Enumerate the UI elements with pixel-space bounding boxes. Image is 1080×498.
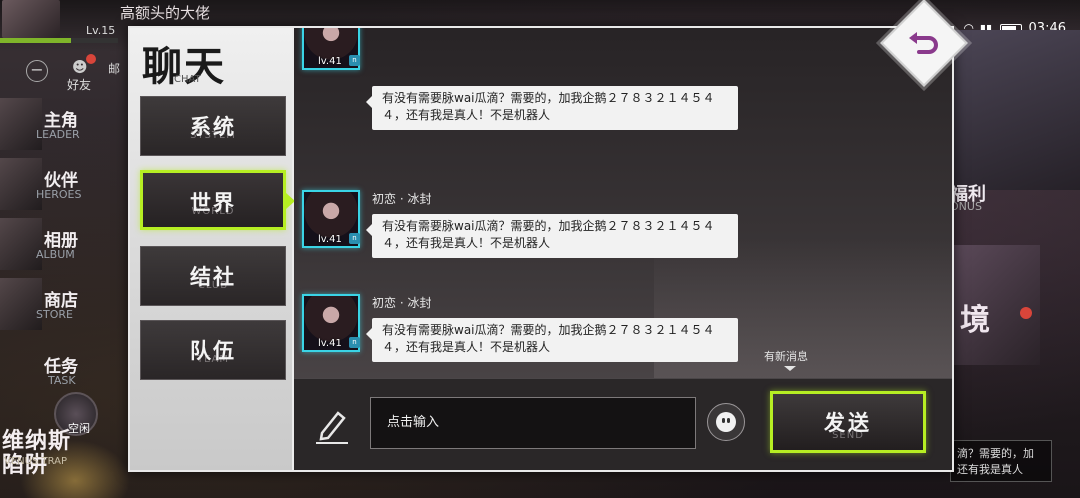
badge-icon: n	[349, 337, 360, 348]
message-bubble: 有没有需要脉wai瓜滴？需要的，加我企鹅２７８３２１４５４４，还有我是真人！不是…	[366, 214, 738, 258]
heroes-thumb	[0, 158, 42, 210]
sender-avatar[interactable]: lv.41 n	[302, 28, 360, 70]
emoji-button[interactable]	[707, 403, 745, 441]
menu-heroes[interactable]: 伙伴 HEROES	[0, 158, 82, 216]
tab-label: 队伍	[190, 339, 236, 363]
welfare-sublabel: ONUS	[950, 200, 982, 213]
sender-avatar[interactable]: lv.41 n	[302, 190, 360, 248]
tab-club[interactable]: CLUB 结社	[140, 246, 286, 306]
menu-leader[interactable]: 主角 LEADER	[0, 98, 80, 156]
venus-trap-banner[interactable]: 维纳斯 陷阱	[2, 430, 71, 478]
tab-team[interactable]: TEAM 队伍	[140, 320, 286, 380]
friends-icon: ☻	[72, 58, 88, 76]
tab-system[interactable]: SYSTEM 系统	[140, 96, 286, 156]
menu-sublabel: HEROES	[36, 188, 82, 201]
venus-trap-sublabel: VENUS TRAP	[4, 456, 68, 467]
sender-name: 初恋 · 冰封	[372, 296, 432, 310]
menu-album[interactable]: 相册 ALBUM	[0, 218, 78, 276]
menu-store[interactable]: 商店 STORE	[0, 278, 78, 336]
send-button[interactable]: SEND 发送	[770, 391, 926, 453]
dialog-subtitle: CHAT	[174, 74, 201, 85]
player-avatar[interactable]	[2, 0, 60, 38]
menu-sublabel: ALBUM	[36, 248, 75, 261]
sender-level: lv.41	[318, 338, 342, 349]
badge-icon: n	[349, 233, 360, 244]
character-art	[950, 30, 1080, 190]
chat-ticker[interactable]: 滴？需要的，加 还有我是真人	[950, 440, 1052, 482]
album-thumb	[0, 218, 42, 270]
sender-avatar[interactable]: lv.41 n	[302, 294, 360, 352]
sender-level: lv.41	[318, 234, 342, 245]
emoji-icon	[716, 412, 736, 432]
badge-icon: n	[349, 55, 360, 66]
new-message-hint[interactable]: 有新消息	[764, 348, 808, 364]
chat-input[interactable]: 点击输入	[370, 397, 696, 449]
notification-dot	[86, 54, 96, 64]
send-label: 发送	[824, 411, 872, 435]
input-bar: 点击输入 SEND 发送	[294, 378, 952, 470]
chat-message: lv.41 n 有没有需要脉wai瓜滴？需要的，加我企鹅２７８３２１４５４４，还…	[294, 28, 952, 130]
idle-label: 空闲	[68, 422, 90, 435]
chat-sidebar: 聊天 CHAT SYSTEM 系统 WORLD 世界 CLUB 结社 TEAM …	[130, 28, 295, 470]
notification-dot	[1020, 307, 1032, 319]
pencil-icon	[316, 411, 348, 444]
menu-task-sublabel: TASK	[48, 374, 76, 387]
menu-sublabel: STORE	[36, 308, 73, 321]
message-bubble: 有没有需要脉wai瓜滴？需要的，加我企鹅２７８３２１４５４４，还有我是真人！不是…	[366, 318, 738, 362]
message-bubble: 有没有需要脉wai瓜滴？需要的，加我企鹅２７８３２１４５４４，还有我是真人！不是…	[366, 86, 738, 130]
player-level: Lv.15	[86, 24, 116, 37]
leader-thumb	[0, 98, 42, 150]
message-list[interactable]: lv.41 n 有没有需要脉wai瓜滴？需要的，加我企鹅２７８３２１４５４４，还…	[294, 28, 952, 378]
store-thumb	[0, 278, 42, 330]
chat-message: lv.41 n 初恋 · 冰封 有没有需要脉wai瓜滴？需要的，加我企鹅２７８３…	[294, 188, 952, 283]
chat-message: lv.41 n 初恋 · 冰封 有没有需要脉wai瓜滴？需要的，加我企鹅２７８３…	[294, 292, 952, 378]
sender-name: 初恋 · 冰封	[372, 192, 432, 206]
chevron-down-icon[interactable]	[784, 366, 796, 371]
tab-label: 系统	[190, 115, 236, 139]
collapse-button[interactable]: −	[26, 60, 48, 82]
tab-label: 结社	[190, 265, 236, 289]
sender-level: lv.41	[318, 56, 342, 67]
friends-label: 好友	[67, 78, 92, 92]
tab-label: 世界	[190, 191, 236, 215]
menu-sublabel: LEADER	[36, 128, 80, 141]
exp-bar	[0, 38, 118, 43]
tab-world[interactable]: WORLD 世界	[140, 170, 295, 230]
chat-dialog: 聊天 CHAT SYSTEM 系统 WORLD 世界 CLUB 结社 TEAM …	[128, 26, 954, 472]
back-arrow-icon	[909, 32, 938, 54]
player-name: 高额头的大佬	[120, 4, 211, 22]
realm-button[interactable]: 境	[950, 245, 1040, 365]
realm-label: 境	[960, 303, 990, 338]
mail-button[interactable]: 邮	[108, 60, 120, 77]
